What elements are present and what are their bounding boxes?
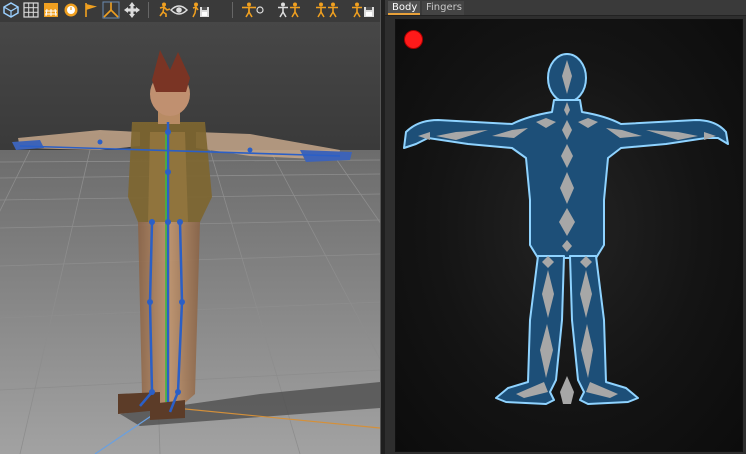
grid-icon[interactable] [22,1,40,19]
right-leg-region[interactable] [569,255,639,405]
cube-view-icon[interactable] [2,1,20,19]
tab-fingers[interactable]: Fingers [422,1,464,15]
character-save-icon[interactable] [192,1,210,19]
body-map-stage [395,19,743,452]
clock-icon[interactable] [62,1,80,19]
tpose-save-icon[interactable] [350,1,376,19]
left-leg-region[interactable] [495,255,565,405]
tab-body[interactable]: Body [388,1,420,15]
tpose-pair-icon[interactable] [276,1,302,19]
toolbar-separator [232,2,233,18]
floor-grid-icon[interactable] [42,1,60,19]
eye-icon[interactable] [170,1,188,19]
viewer-toolbar [0,0,383,23]
flag-icon[interactable] [82,1,100,19]
axes-icon[interactable] [102,1,120,19]
toolbar-separator [148,2,149,18]
body-silhouette [403,53,729,405]
bone-markers[interactable] [418,60,716,404]
tpose-mirror-icon[interactable] [314,1,340,19]
move-arrows-icon[interactable] [123,1,141,19]
tpose-character-icon[interactable] [240,1,266,19]
character-control-panel: Body Fingers [385,0,746,454]
tab-bar: Body Fingers [385,0,746,16]
3d-viewport[interactable] [0,22,380,454]
